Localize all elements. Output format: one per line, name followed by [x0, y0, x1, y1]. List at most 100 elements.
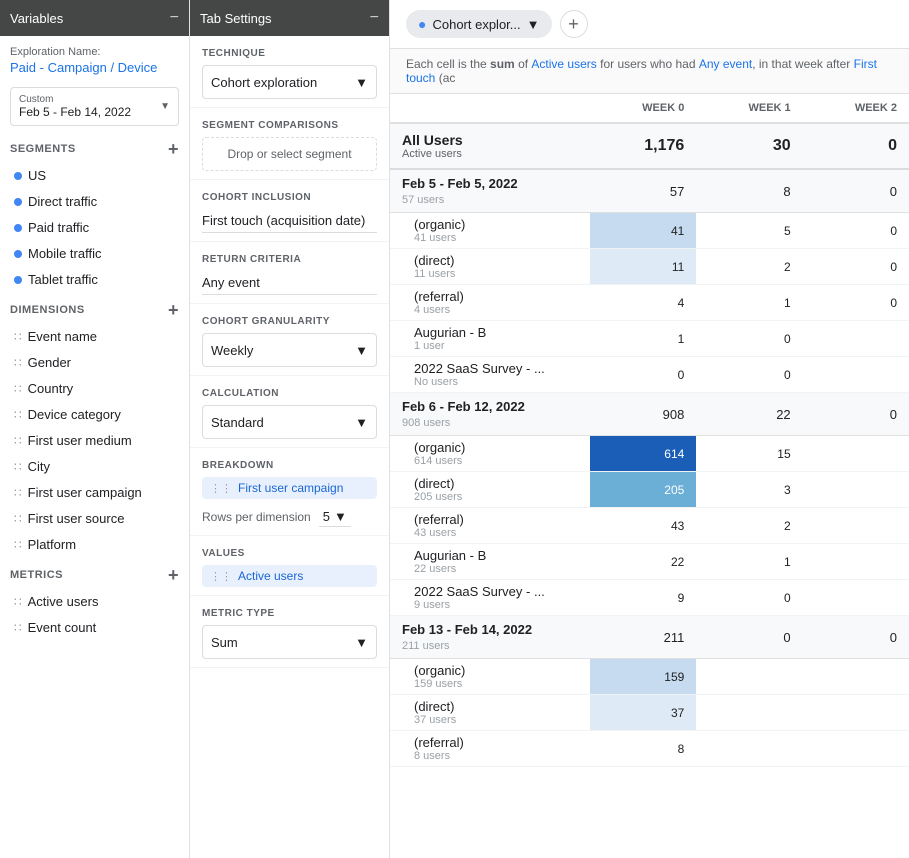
breakdown-chip[interactable]: ⋮⋮ First user campaign: [202, 477, 377, 499]
drag-handle-icon: ∷: [14, 460, 22, 474]
row-label-cell: (referral) 43 users: [390, 508, 590, 544]
segment-item[interactable]: Mobile traffic: [4, 241, 185, 266]
segment-item[interactable]: Tablet traffic: [4, 267, 185, 292]
return-criteria-value: Any event: [202, 275, 260, 290]
data-cell: 1: [696, 544, 802, 580]
metric-type-select[interactable]: Sum ▼: [202, 625, 377, 659]
metric-item[interactable]: ∷ Active users: [4, 589, 185, 614]
values-section: VALUES ⋮⋮ Active users: [190, 536, 389, 596]
add-tab-btn[interactable]: +: [560, 10, 588, 38]
return-criteria-select[interactable]: Any event: [202, 271, 377, 295]
dimension-item-label: Country: [28, 381, 74, 396]
dimension-item[interactable]: ∷Platform: [4, 532, 185, 557]
table-row: (organic) 159 users 159: [390, 659, 909, 695]
drag-handle-icon: ∷: [14, 408, 22, 422]
data-cell: 2: [696, 508, 802, 544]
segments-label: SEGMENTS: [10, 143, 76, 155]
dimension-item[interactable]: ∷Gender: [4, 350, 185, 375]
date-range-value: Feb 5 - Feb 14, 2022: [19, 105, 131, 119]
cohort-inclusion-select[interactable]: First touch (acquisition date): [202, 209, 377, 233]
exploration-name-section: Exploration Name: Paid - Campaign / Devi…: [0, 36, 189, 81]
data-cell: 0: [696, 321, 802, 357]
segment-dot-icon: [14, 198, 22, 206]
minimize-variables-btn[interactable]: −: [170, 10, 179, 26]
segment-comparisons-label: SEGMENT COMPARISONS: [202, 120, 377, 131]
cohort-granularity-select[interactable]: Weekly ▼: [202, 333, 377, 367]
segment-drop-area[interactable]: Drop or select segment: [202, 137, 377, 171]
variables-header: Variables −: [0, 0, 189, 36]
cohort-inclusion-section: COHORT INCLUSION First touch (acquisitio…: [190, 180, 389, 242]
segment-item[interactable]: Direct traffic: [4, 189, 185, 214]
dimension-item-label: First user medium: [28, 433, 132, 448]
data-cell: [803, 508, 909, 544]
dimension-item[interactable]: ∷First user campaign: [4, 480, 185, 505]
dimension-item-label: First user source: [28, 511, 125, 526]
breakdown-drag-icon: ⋮⋮: [210, 482, 232, 495]
active-tab[interactable]: ● Cohort explor... ▼: [406, 10, 552, 38]
data-cell: [803, 659, 909, 695]
segment-drop-placeholder: Drop or select segment: [227, 147, 351, 161]
dimension-item[interactable]: ∷Country: [4, 376, 185, 401]
data-cell: 0: [803, 285, 909, 321]
drag-handle-icon: ∷: [14, 330, 22, 344]
minimize-settings-btn[interactable]: −: [370, 10, 379, 26]
rows-per-dimension-select[interactable]: 5 ▼: [319, 507, 351, 527]
group-week1: 8: [696, 169, 802, 213]
metric-item-label: Active users: [28, 594, 99, 609]
data-cell: 9: [590, 580, 696, 616]
table-row: 2022 SaaS Survey - ... 9 users 90: [390, 580, 909, 616]
dimension-item[interactable]: ∷Event name: [4, 324, 185, 349]
group-header-row: Feb 13 - Feb 14, 2022 211 users 211 0 0: [390, 616, 909, 659]
tab-settings-header: Tab Settings −: [190, 0, 389, 36]
add-segment-btn[interactable]: +: [168, 140, 179, 158]
values-chip[interactable]: ⋮⋮ Active users: [202, 565, 377, 587]
data-cell: 1: [696, 285, 802, 321]
table-row: (referral) 8 users 8: [390, 731, 909, 767]
row-label-cell: (referral) 8 users: [390, 731, 590, 767]
dimension-item[interactable]: ∷First user source: [4, 506, 185, 531]
cohort-inclusion-label: COHORT INCLUSION: [202, 192, 377, 203]
segment-item-label: Direct traffic: [28, 194, 97, 209]
data-cell: 11: [590, 249, 696, 285]
date-range-label: Custom: [19, 94, 131, 105]
technique-value: Cohort exploration: [211, 75, 317, 90]
calculation-select[interactable]: Standard ▼: [202, 405, 377, 439]
rows-per-dimension-row: Rows per dimension 5 ▼: [202, 507, 377, 527]
segments-list: US Direct traffic Paid trafficMobile traff…: [0, 162, 189, 293]
dimension-item[interactable]: ∷City: [4, 454, 185, 479]
row-label-cell: (organic) 41 users: [390, 213, 590, 249]
dimensions-label: DIMENSIONS: [10, 304, 85, 316]
drag-handle-icon: ∷: [14, 538, 22, 552]
rows-chevron-icon: ▼: [334, 509, 347, 524]
row-label-cell: (organic) 614 users: [390, 436, 590, 472]
dimension-item[interactable]: ∷Device category: [4, 402, 185, 427]
dimension-item[interactable]: ∷First user medium: [4, 428, 185, 453]
segment-item[interactable]: US: [4, 163, 185, 188]
table-row: Augurian - B 1 user 10: [390, 321, 909, 357]
metric-item-label: Event count: [28, 620, 97, 635]
data-cell: 0: [696, 580, 802, 616]
calculation-value: Standard: [211, 415, 264, 430]
group-week1: 0: [696, 616, 802, 659]
add-metric-btn[interactable]: +: [168, 566, 179, 584]
data-cell: [803, 321, 909, 357]
data-cell: 1: [590, 321, 696, 357]
rows-per-dimension-label: Rows per dimension: [202, 510, 311, 524]
add-dimension-btn[interactable]: +: [168, 301, 179, 319]
metric-item[interactable]: ∷Event count: [4, 615, 185, 640]
data-cell: 3: [696, 472, 802, 508]
data-cell: 0: [803, 249, 909, 285]
data-cell: 8: [590, 731, 696, 767]
breakdown-section: BREAKDOWN ⋮⋮ First user campaign Rows pe…: [190, 448, 389, 536]
cohort-inclusion-value: First touch (acquisition date): [202, 213, 365, 228]
tab-dropdown-icon: ▼: [527, 17, 540, 32]
technique-select[interactable]: Cohort exploration ▼: [202, 65, 377, 99]
drag-handle-icon: ∷: [14, 595, 22, 609]
data-cell: 22: [590, 544, 696, 580]
exploration-name-value[interactable]: Paid - Campaign / Device: [10, 60, 179, 75]
exploration-name-label: Exploration Name:: [10, 46, 179, 58]
data-cell: 15: [696, 436, 802, 472]
segment-dot-icon: [14, 276, 22, 284]
date-range-selector[interactable]: Custom Feb 5 - Feb 14, 2022 ▼: [10, 87, 179, 126]
segment-item[interactable]: Paid traffic: [4, 215, 185, 240]
